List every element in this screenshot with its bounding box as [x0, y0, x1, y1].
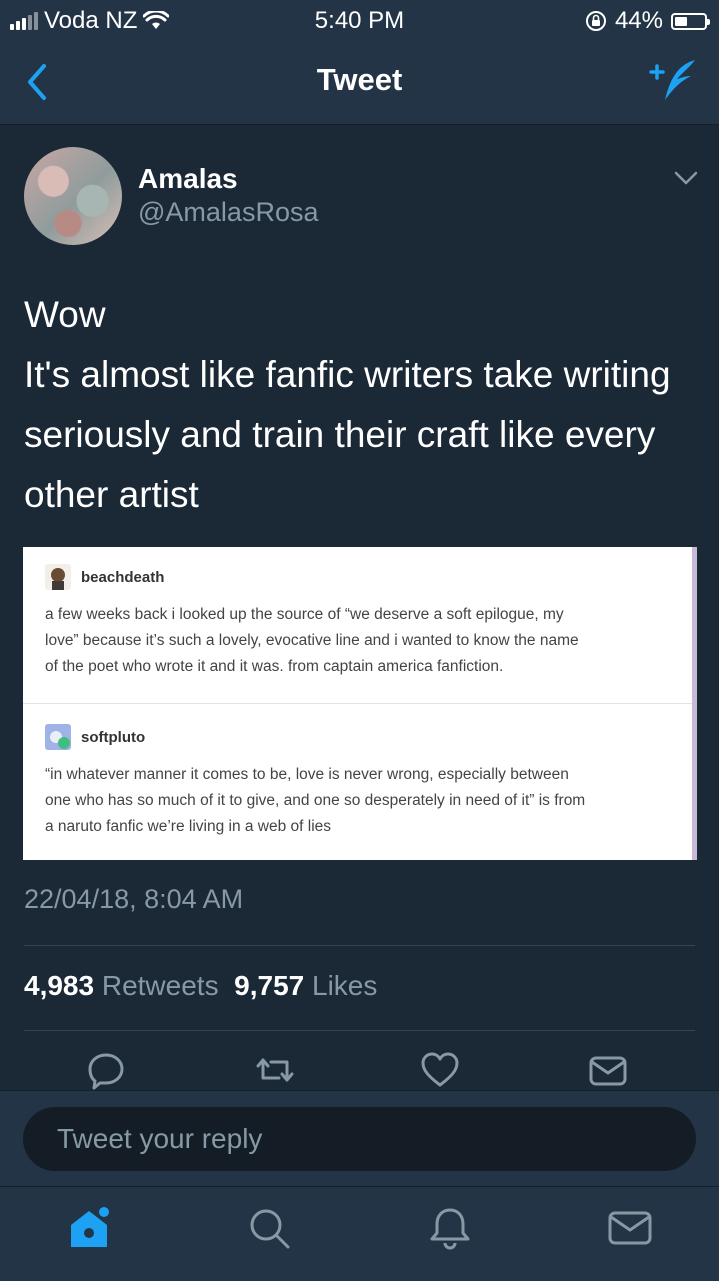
- image-post: beachdeath a few weeks back i looked up …: [45, 564, 675, 680]
- image-post-body: a few weeks back i looked up the source …: [45, 602, 675, 680]
- divider: [24, 945, 695, 946]
- user-avatar-icon: [45, 564, 71, 590]
- retweet-icon[interactable]: [255, 1050, 295, 1090]
- direct-message-icon[interactable]: [588, 1050, 628, 1090]
- tweet-actions: [0, 1046, 719, 1090]
- avatar[interactable]: [24, 147, 122, 245]
- reply-input[interactable]: Tweet your reply: [23, 1107, 696, 1171]
- image-post-line: of the poet who wrote it and it was. fro…: [45, 658, 504, 675]
- user-avatar-icon: [45, 724, 71, 750]
- likes-count[interactable]: 9,757: [234, 970, 304, 1001]
- image-post-line: love” because it’s such a lovely, evocat…: [45, 632, 579, 649]
- image-post-body: “in whatever manner it comes to be, love…: [45, 762, 675, 840]
- chevron-down-icon[interactable]: [673, 169, 699, 187]
- image-post-username: beachdeath: [81, 568, 165, 586]
- tweet-timestamp: 22/04/18, 8:04 AM: [24, 884, 244, 914]
- image-side-stripe: [692, 547, 697, 860]
- image-post-line: a naruto fanfic we’re living in a web of…: [45, 818, 332, 835]
- tweet-text-line: Wow: [24, 294, 106, 335]
- image-post-line: one who has so much of it to give, and o…: [45, 792, 586, 809]
- search-icon[interactable]: [246, 1205, 292, 1251]
- battery-icon: [671, 12, 710, 30]
- battery-percent: 44%: [614, 7, 663, 34]
- image-post-username: softpluto: [81, 728, 146, 746]
- notifications-bell-icon[interactable]: [427, 1205, 473, 1251]
- tweet-text: Wow It's almost like fanfic writers take…: [24, 285, 704, 525]
- image-post-user: beachdeath: [45, 564, 675, 590]
- author-handle[interactable]: @AmalasRosa: [138, 197, 318, 228]
- reply-icon[interactable]: [86, 1050, 126, 1090]
- tweet-text-line: other artist: [24, 474, 199, 515]
- tweet-text-line: seriously and train their craft like eve…: [24, 414, 656, 455]
- status-bar: Voda NZ 5:40 PM 44%: [0, 0, 719, 40]
- image-divider: [23, 703, 692, 704]
- tweet-image[interactable]: beachdeath a few weeks back i looked up …: [23, 547, 697, 860]
- image-post-user: softpluto: [45, 724, 675, 750]
- tweet-stats: 4,983 Retweets 9,757 Likes: [24, 970, 377, 1002]
- retweets-count[interactable]: 4,983: [24, 970, 94, 1001]
- image-post-line: “in whatever manner it comes to be, love…: [45, 766, 569, 783]
- retweets-label[interactable]: Retweets: [102, 970, 219, 1001]
- like-heart-icon[interactable]: [420, 1050, 460, 1090]
- image-post: softpluto “in whatever manner it comes t…: [45, 724, 675, 840]
- reply-bar: Tweet your reply: [0, 1090, 719, 1187]
- page-title: Tweet: [316, 62, 403, 97]
- divider: [24, 1030, 695, 1031]
- image-post-line: a few weeks back i looked up the source …: [45, 606, 564, 623]
- home-icon[interactable]: [66, 1205, 112, 1251]
- rotation-lock-icon: [585, 11, 606, 31]
- compose-tweet-icon[interactable]: [647, 56, 699, 106]
- author-name[interactable]: Amalas: [138, 163, 238, 195]
- messages-envelope-icon[interactable]: [607, 1205, 653, 1251]
- tweet-header: Amalas @AmalasRosa: [0, 125, 719, 265]
- tweet-text-line: It's almost like fanfic writers take wri…: [24, 354, 671, 395]
- likes-label[interactable]: Likes: [312, 970, 377, 1001]
- navigation-bar: Tweet: [0, 40, 719, 125]
- tab-bar: [0, 1186, 719, 1281]
- status-right: 44%: [585, 7, 710, 35]
